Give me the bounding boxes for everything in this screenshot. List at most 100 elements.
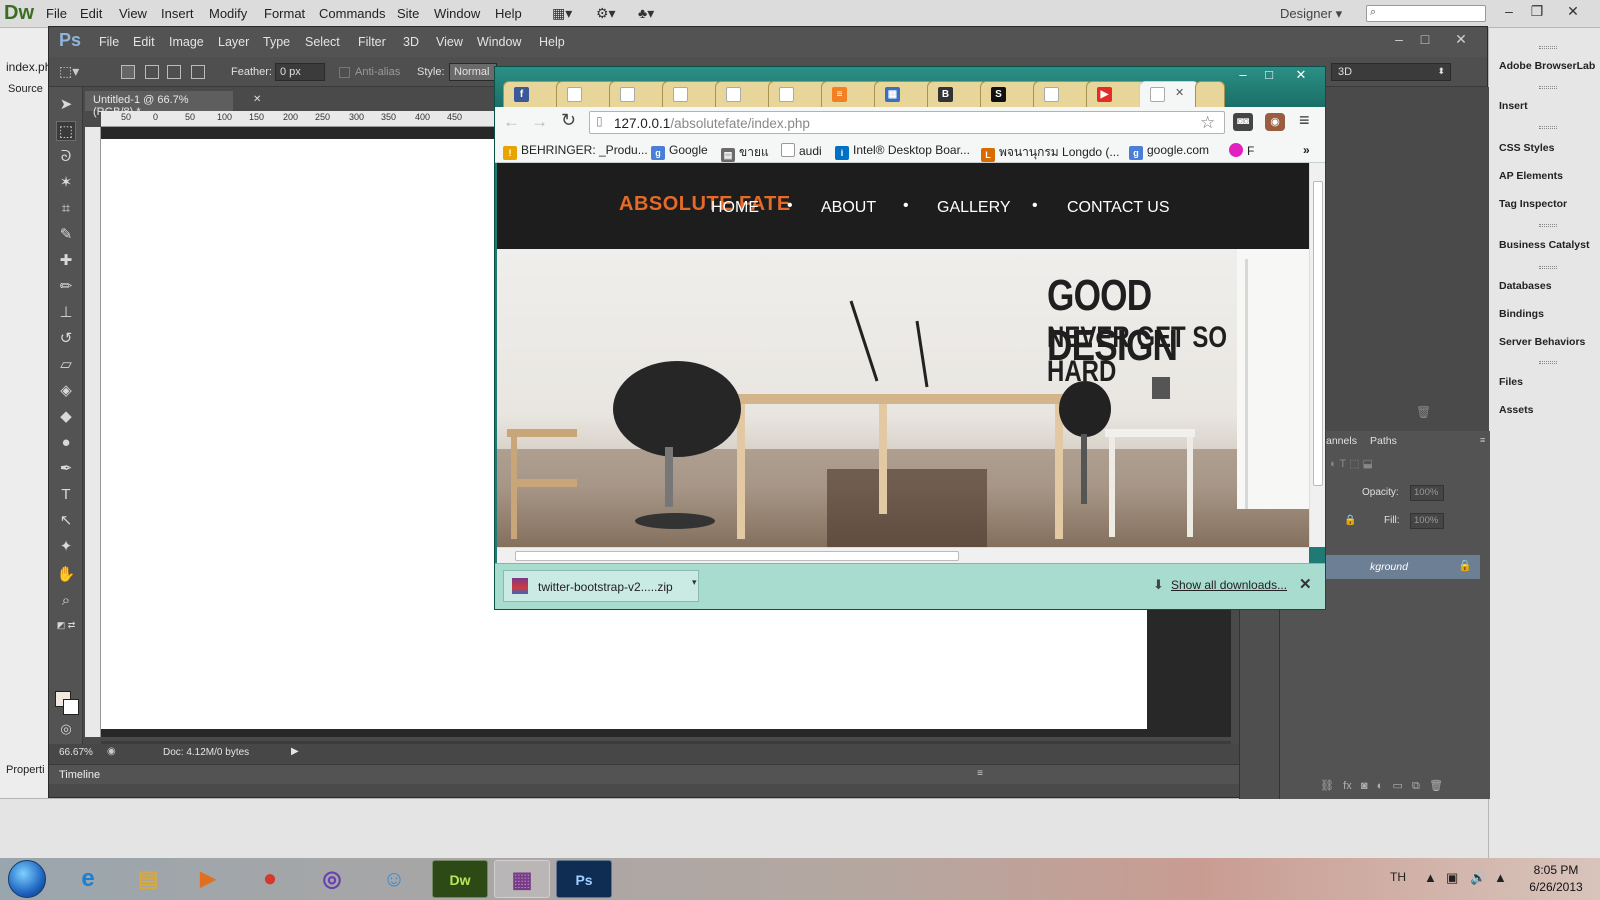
ie-icon[interactable]: e	[60, 860, 116, 898]
panel-grip[interactable]	[1539, 126, 1557, 129]
scrollbar-thumb[interactable]	[515, 551, 959, 561]
subtract-selection-icon[interactable]	[167, 65, 181, 79]
panel-ap-elements[interactable]: AP Elements	[1499, 170, 1563, 182]
ps-menu-window[interactable]: Window	[477, 35, 521, 49]
dw-menu-view[interactable]: View	[119, 6, 147, 21]
eraser-tool-icon[interactable]: ▱	[56, 355, 76, 375]
extension-icon[interactable]: ◙◙	[1233, 113, 1253, 131]
background-color-swatch[interactable]	[63, 699, 79, 715]
layout-icon[interactable]: ▦▾	[552, 5, 572, 22]
magic-wand-tool-icon[interactable]: ✶	[56, 173, 76, 193]
browser-tab[interactable]: f	[503, 81, 563, 107]
dw-menu-site[interactable]: Site	[397, 6, 419, 21]
address-bar[interactable]: ▯ 127.0.0.1/absolutefate/index.php ☆	[589, 111, 1225, 134]
chrome-maximize-button[interactable]: □	[1257, 67, 1281, 82]
marquee-preset-icon[interactable]: ⬚▾	[59, 63, 79, 80]
browser-tab-active[interactable]: ✕	[1139, 81, 1199, 107]
new-selection-icon[interactable]	[121, 65, 135, 79]
bookmark-item[interactable]: ▤ ขายแ	[721, 143, 769, 162]
bookmark-item[interactable]: L พจนานุกรม Longdo (...	[981, 143, 1119, 162]
start-button[interactable]	[8, 860, 46, 898]
pen-tool-icon[interactable]: ✒	[56, 459, 76, 479]
layer-footer-buttons[interactable]: ⛓ fx ◙ ◐ ▭ ⧉ 🗑	[1320, 779, 1490, 799]
opacity-input[interactable]: 100%	[1410, 485, 1444, 501]
timeline-tab[interactable]: Timeline	[59, 769, 100, 781]
ps-menu-layer[interactable]: Layer	[218, 35, 249, 49]
gear-icon[interactable]: ⚙▾	[596, 5, 616, 22]
dw-minimize-button[interactable]: –	[1498, 3, 1520, 19]
panel-insert[interactable]: Insert	[1499, 100, 1528, 112]
close-icon[interactable]: ✕	[253, 94, 261, 105]
language-indicator[interactable]: TH	[1390, 870, 1406, 884]
ps-minimize-button[interactable]: –	[1389, 31, 1409, 47]
new-tab-button[interactable]	[1195, 81, 1225, 107]
dw-file-tab[interactable]: index.ph	[6, 60, 51, 74]
nav-home-link[interactable]: HOME	[711, 199, 759, 217]
google-drive-icon[interactable]: ▲	[1494, 870, 1507, 885]
intersect-selection-icon[interactable]	[191, 65, 205, 79]
instagram-icon[interactable]: ◉	[1265, 113, 1285, 131]
blur-tool-icon[interactable]: ◆	[56, 407, 76, 427]
panel-tag-inspector[interactable]: Tag Inspector	[1499, 198, 1567, 210]
lasso-tool-icon[interactable]: ᘐ	[56, 147, 76, 167]
browser-tab[interactable]	[715, 81, 775, 107]
channels-tab[interactable]: annels	[1326, 435, 1357, 447]
dw-menu-commands[interactable]: Commands	[319, 6, 385, 21]
ps-menu-3d[interactable]: 3D	[403, 35, 419, 49]
explorer-icon[interactable]: ▤	[120, 860, 176, 898]
zoom-level[interactable]: 66.67%	[59, 747, 93, 758]
ps-close-button[interactable]: ✕	[1451, 31, 1471, 48]
panel-menu-icon[interactable]: ≡	[977, 768, 983, 779]
stamp-tool-icon[interactable]: ⊥	[56, 303, 76, 323]
dw-menu-file[interactable]: File	[46, 6, 67, 21]
ps-menu-file[interactable]: File	[99, 35, 119, 49]
brush-tool-icon[interactable]: ✏	[56, 277, 76, 297]
dw-source-tab[interactable]: Source	[8, 83, 43, 95]
trash-icon[interactable]: 🗑	[1416, 405, 1431, 419]
dw-menu-help[interactable]: Help	[495, 6, 522, 21]
panel-assets[interactable]: Assets	[1499, 404, 1533, 416]
nav-contact-link[interactable]: CONTACT US	[1067, 199, 1170, 217]
bookmark-item[interactable]: g google.com	[1129, 143, 1209, 160]
back-arrow-icon[interactable]: ←	[503, 112, 520, 132]
dw-menu-format[interactable]: Format	[264, 6, 305, 21]
panel-grip[interactable]	[1539, 46, 1557, 49]
clock-time[interactable]: 8:05 PM	[1524, 863, 1588, 877]
path-selection-tool-icon[interactable]: ↖	[56, 511, 76, 531]
browser-tab[interactable]: ▶	[1086, 81, 1146, 107]
dw-search-input[interactable]: ⌕	[1366, 5, 1486, 22]
feather-input[interactable]: 0 px	[275, 63, 325, 81]
marquee-tool-icon[interactable]: ⬚	[56, 121, 76, 141]
photoshop-taskbar-icon[interactable]: Ps	[556, 860, 612, 898]
panel-files[interactable]: Files	[1499, 376, 1523, 388]
dw-menu-modify[interactable]: Modify	[209, 6, 247, 21]
style-select[interactable]: Normal	[449, 63, 497, 81]
extension-icon[interactable]: ♣▾	[638, 5, 654, 22]
panel-grip[interactable]	[1539, 361, 1557, 364]
close-icon[interactable]: ✕	[1175, 86, 1184, 99]
browser-tab[interactable]	[609, 81, 669, 107]
browser-tab[interactable]	[768, 81, 828, 107]
shape-tool-icon[interactable]: ✦	[56, 537, 76, 557]
browser-tab[interactable]	[1033, 81, 1093, 107]
nav-about-link[interactable]: ABOUT	[821, 199, 876, 217]
healing-brush-tool-icon[interactable]: ✚	[56, 251, 76, 271]
bookmark-item[interactable]: g Google	[651, 143, 708, 160]
dodge-tool-icon[interactable]: ●	[56, 433, 76, 453]
panel-bindings[interactable]: Bindings	[1499, 308, 1544, 320]
dreamweaver-taskbar-icon[interactable]: Dw	[432, 860, 488, 898]
network-icon[interactable]: ▣	[1446, 870, 1458, 886]
media-player-icon[interactable]: ▶	[180, 860, 236, 898]
download-item[interactable]: twitter-bootstrap-v2.....zip ▾	[503, 570, 699, 602]
dw-menu-edit[interactable]: Edit	[80, 6, 102, 21]
panel-css-styles[interactable]: CSS Styles	[1499, 142, 1554, 154]
browser-tab[interactable]: ≡	[821, 81, 881, 107]
site-logo[interactable]: ABSOLUTE FATE	[619, 193, 791, 216]
chrome-close-button[interactable]: ✕	[1289, 67, 1313, 83]
ps-menu-filter[interactable]: Filter	[358, 35, 386, 49]
crop-tool-icon[interactable]: ⌗	[56, 199, 76, 219]
bookmark-item[interactable]: F	[1229, 143, 1254, 158]
dw-menu-window[interactable]: Window	[434, 6, 480, 21]
workspace-select[interactable]: 3D ⬍	[1331, 63, 1451, 81]
dw-close-button[interactable]: ✕	[1562, 3, 1584, 20]
